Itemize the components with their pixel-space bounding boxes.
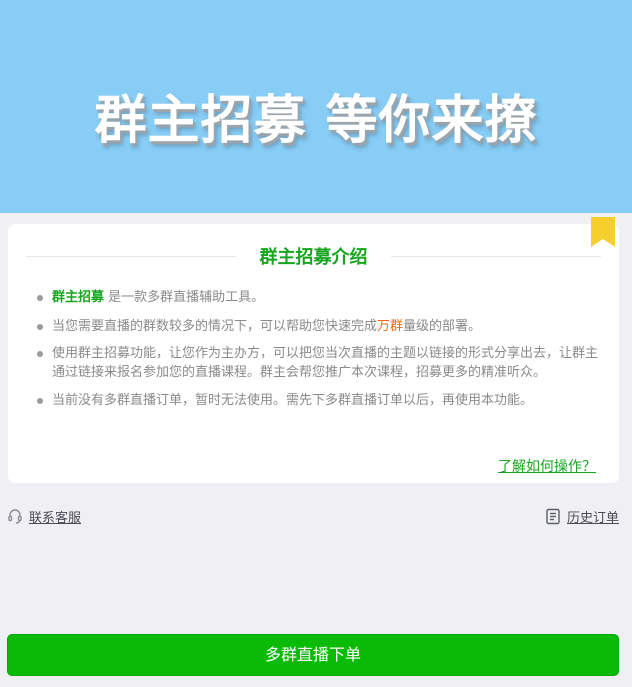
list-item-text: 当前没有多群直播订单，暂时无法使用。需先下多群直播订单以后，再使用本功能。 (52, 393, 534, 408)
contact-service-label: 联系客服 (29, 510, 82, 526)
intro-list: 群主招募 是一款多群直播辅助工具。 当您需要直播的群数较多的情况下，可以帮助您快… (36, 288, 606, 420)
list-item: 使用群主招募功能，让您作为主办方，可以把您当次直播的主题以链接的形式分享出去，让… (36, 344, 606, 382)
list-item: 群主招募 是一款多群直播辅助工具。 (36, 288, 606, 307)
list-item: 当您需要直播的群数较多的情况下，可以帮助您快速完成万群量级的部署。 (36, 317, 606, 336)
banner-title: 群主招募 等你来撩 (94, 91, 538, 151)
multi-group-order-button[interactable]: 多群直播下单 (7, 634, 619, 676)
intro-card: 群主招募介绍 群主招募 是一款多群直播辅助工具。 当您需要直播的群数较多的情况下… (8, 217, 619, 483)
highlight-product-name: 群主招募 (52, 290, 105, 305)
list-item-text: 使用群主招募功能，让您作为主办方，可以把您当次直播的主题以链接的形式分享出去，让… (52, 346, 599, 380)
list-item-text: 量级的部署。 (403, 319, 482, 334)
list-item-text: 当您需要直播的群数较多的情况下，可以帮助您快速完成 (52, 319, 378, 334)
document-list-icon (546, 508, 560, 524)
banner: 群主招募 等你来撩 (0, 0, 632, 213)
history-orders-link[interactable]: 历史订单 (545, 506, 619, 526)
list-item-text: 是一款多群直播辅助工具。 (104, 290, 265, 305)
highlight-scale: 万群 (377, 319, 404, 334)
headset-icon (8, 509, 22, 524)
history-orders-label: 历史订单 (566, 510, 619, 526)
card-header: 群主招募介绍 (26, 243, 601, 268)
howto-link[interactable]: 了解如何操作？ (498, 456, 596, 476)
header-divider-right (391, 256, 601, 257)
contact-service-link[interactable]: 联系客服 (7, 506, 81, 526)
list-item: 当前没有多群直播订单，暂时无法使用。需先下多群直播订单以后，再使用本功能。 (36, 391, 606, 410)
